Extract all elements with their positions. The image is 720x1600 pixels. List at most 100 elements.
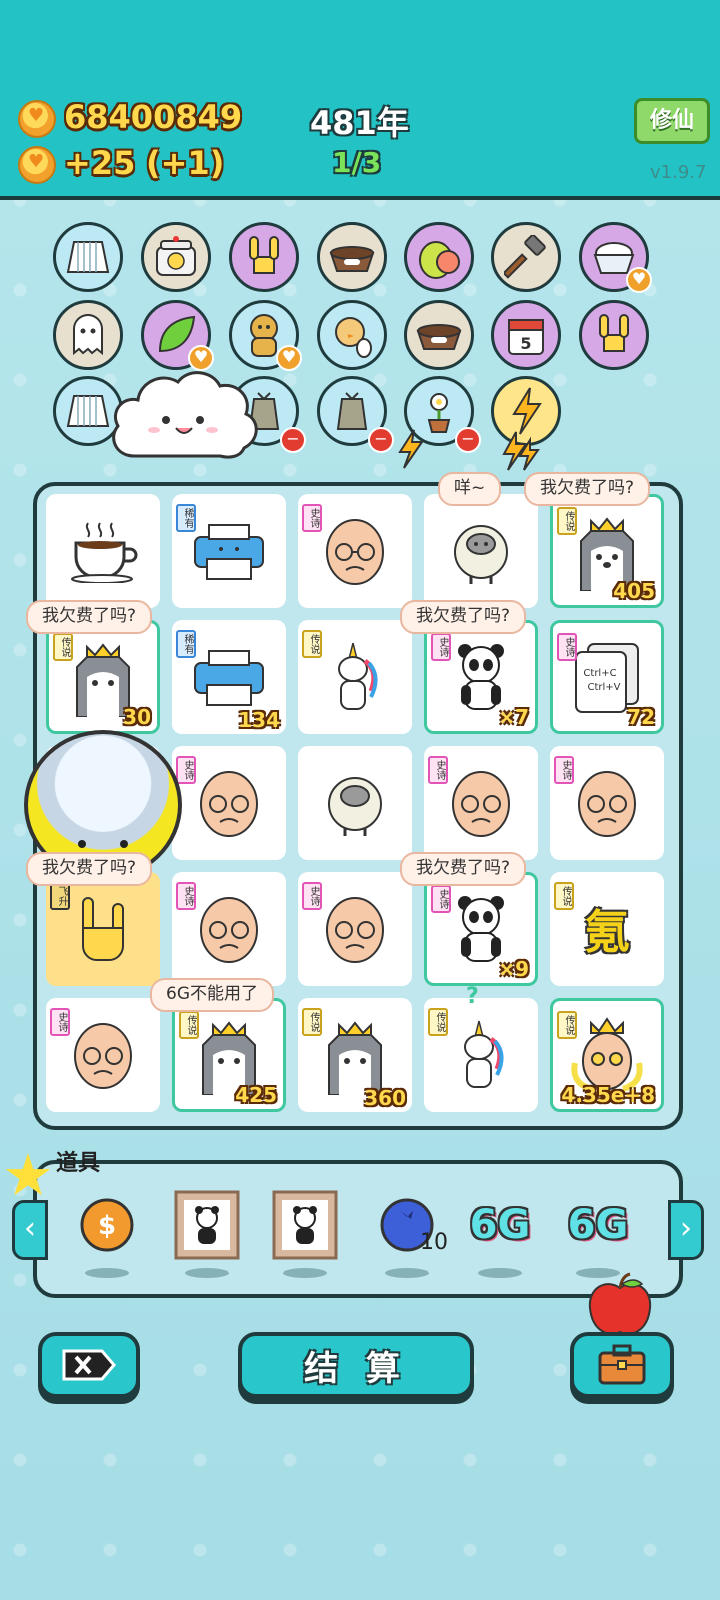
rarity-tag: 传说 xyxy=(179,1011,199,1039)
hammer-icon[interactable] xyxy=(491,222,561,292)
card-copy-paste[interactable]: 史诗 Ctrl+C Ctrl+V 72 xyxy=(550,620,664,734)
stack-count: 30 xyxy=(123,705,151,729)
coin-income: +25 xyxy=(64,144,136,182)
prop-panda-frame[interactable] xyxy=(172,1190,242,1260)
props-prev-button[interactable]: ‹ xyxy=(12,1200,48,1260)
settle-button[interactable]: 结 算 xyxy=(238,1332,474,1398)
prop-shadow xyxy=(385,1268,429,1278)
rarity-tag: 传说 xyxy=(557,1011,577,1039)
old-man-icon xyxy=(200,897,258,963)
card-old-man[interactable]: 史诗 xyxy=(172,746,286,860)
panda-frame-icon xyxy=(272,1190,338,1260)
card-old-man[interactable]: 史诗 xyxy=(298,494,412,608)
card-old-man[interactable]: 史诗 xyxy=(550,746,664,860)
prop-count: 10 xyxy=(420,1230,448,1255)
panda-icon xyxy=(458,896,504,962)
rarity-tag: 史诗 xyxy=(431,885,451,913)
coin-icon: $ xyxy=(80,1198,134,1252)
rarity-tag: 稀有 xyxy=(176,630,196,658)
card-sheep[interactable] xyxy=(424,494,538,608)
remove-badge-icon[interactable]: − xyxy=(368,427,394,453)
calendar-day: 5 xyxy=(520,334,531,353)
prop-shadow xyxy=(185,1268,229,1278)
lightning-icon xyxy=(502,431,540,471)
card-old-man[interactable]: 史诗 xyxy=(424,746,538,860)
chem-element-icon: 氪 xyxy=(584,905,630,959)
chick-icon[interactable] xyxy=(317,300,387,370)
stack-count: 134 xyxy=(238,708,280,732)
rock-hand-icon xyxy=(82,897,124,961)
prop-panda-frame[interactable] xyxy=(270,1190,340,1260)
old-man-icon xyxy=(452,771,510,837)
panda-frame-icon xyxy=(174,1190,240,1260)
rarity-tag: 史诗 xyxy=(302,882,322,910)
printer-icon xyxy=(194,524,264,580)
trash-bag-icon[interactable]: − xyxy=(317,376,394,453)
card-husky[interactable]: 传说 425 xyxy=(172,998,286,1112)
card-printer[interactable]: 稀有 134 xyxy=(172,620,286,734)
rock-hand-icon[interactable] xyxy=(229,222,299,292)
card-old-man[interactable]: 史诗 xyxy=(172,872,286,986)
coffee-icon xyxy=(71,522,138,583)
remove-badge-icon[interactable]: − xyxy=(455,427,481,453)
exit-button[interactable] xyxy=(38,1332,140,1398)
unicorn-icon xyxy=(464,1020,504,1088)
rarity-tag: 史诗 xyxy=(176,756,196,784)
stack-count: 405 xyxy=(613,579,655,603)
prop-6g[interactable]: 6G xyxy=(562,1190,634,1260)
heart-badge-icon: ♥ xyxy=(276,345,302,371)
stage-progress: 1/3 xyxy=(332,146,382,179)
svg-text:$: $ xyxy=(98,1211,116,1241)
card-king-old-man[interactable]: 传说 4.35e+8 xyxy=(550,998,664,1112)
props-next-button[interactable]: › xyxy=(668,1200,704,1260)
prop-6g[interactable]: 6G xyxy=(464,1190,536,1260)
card-rock-hand[interactable]: 飞升 xyxy=(46,872,160,986)
skirt-icon[interactable] xyxy=(53,222,123,292)
rarity-tag: 传说 xyxy=(302,630,322,658)
speech-bubble: 我欠费了吗? xyxy=(400,600,527,634)
prop-blueberry[interactable]: 10 xyxy=(372,1190,448,1260)
briefcase-icon xyxy=(598,1344,646,1385)
duck-pot-icon[interactable] xyxy=(141,222,211,292)
stack-count: 425 xyxy=(235,1083,277,1107)
rarity-tag: 史诗 xyxy=(50,1008,70,1036)
card-old-man[interactable]: 史诗 xyxy=(46,998,160,1112)
dog-bowl-icon[interactable] xyxy=(404,300,474,370)
card-old-man[interactable]: 史诗 xyxy=(298,872,412,986)
coin-total: 68400849 xyxy=(64,98,243,136)
card-panda[interactable]: 史诗 ×9 xyxy=(424,872,538,986)
card-unicorn[interactable]: 传说 xyxy=(298,620,412,734)
husky-icon xyxy=(328,1021,382,1095)
paste-text: Ctrl+V xyxy=(587,682,620,693)
card-printer[interactable]: 稀有 xyxy=(172,494,286,608)
prop-coin[interactable]: $ xyxy=(72,1190,142,1260)
bag-button[interactable] xyxy=(570,1332,674,1398)
card-husky[interactable]: 传说 405 xyxy=(550,494,664,608)
guava-icon[interactable] xyxy=(404,222,474,292)
speech-bubble: 我欠费了吗? xyxy=(26,600,153,634)
card-coffee[interactable] xyxy=(46,494,160,608)
apple-icon[interactable] xyxy=(584,1272,656,1338)
calendar-icon[interactable]: 5 xyxy=(491,300,561,370)
card-chem-element[interactable]: 传说 氪 xyxy=(550,872,664,986)
rarity-tag: 传说 xyxy=(557,507,577,535)
rarity-tag: 史诗 xyxy=(554,756,574,784)
card-unicorn[interactable]: 传说 xyxy=(424,998,538,1112)
prop-shadow xyxy=(85,1268,129,1278)
settle-label: 结 算 xyxy=(304,1348,408,1389)
6g-icon: 6G xyxy=(469,1202,531,1248)
sheep-icon xyxy=(454,525,508,584)
speech-bubble: 我欠费了吗? xyxy=(400,852,527,886)
xiuxian-button[interactable]: 修仙 xyxy=(634,98,710,144)
remove-badge-icon[interactable]: − xyxy=(280,427,306,453)
rarity-tag: 史诗 xyxy=(176,882,196,910)
card-husky[interactable]: 传说 30 xyxy=(46,620,160,734)
dog-bowl-icon[interactable] xyxy=(317,222,387,292)
rice-bowl-icon[interactable]: ♥ xyxy=(579,222,652,293)
card-sheep[interactable] xyxy=(298,746,412,860)
cloud-mascot-icon[interactable] xyxy=(104,360,264,470)
card-panda[interactable]: 史诗 ×7 xyxy=(424,620,538,734)
stack-count: ×9 xyxy=(498,957,529,981)
rock-hand-icon[interactable] xyxy=(579,300,649,370)
card-husky[interactable]: 传说 360 xyxy=(298,998,412,1112)
